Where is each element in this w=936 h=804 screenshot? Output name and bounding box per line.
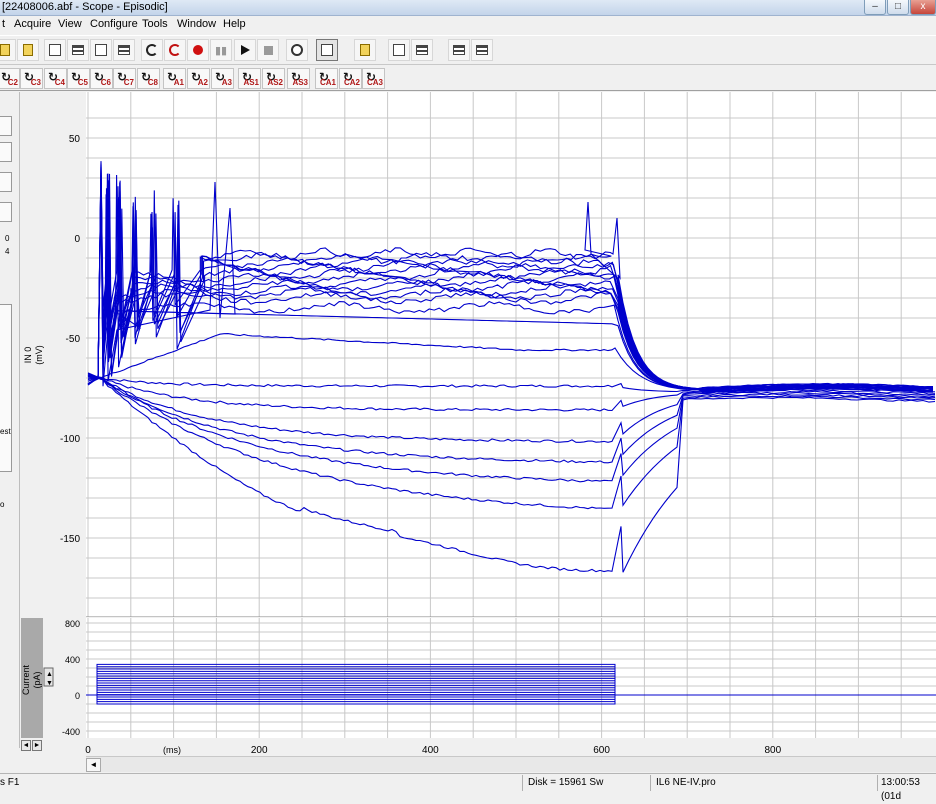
x-axis-label: (ms) <box>163 745 181 755</box>
status-divider <box>522 775 523 791</box>
horizontal-scrollbar[interactable]: ◄ <box>86 756 936 772</box>
scroll-right-button[interactable]: ► <box>32 740 42 751</box>
current-step-trace <box>97 685 615 695</box>
current-step-trace <box>97 671 615 695</box>
current-step-trace <box>97 695 615 699</box>
status-help: s F1 <box>0 776 19 790</box>
status-divider <box>877 775 878 791</box>
current-step-trace <box>97 688 615 695</box>
y-tick-label: -50 <box>66 334 81 345</box>
current-step-trace <box>97 681 615 695</box>
y-tick-label: -100 <box>60 434 80 445</box>
current-step-trace <box>97 690 615 695</box>
spin-up-icon: ▲ <box>46 671 53 678</box>
x-axis-area <box>44 738 936 756</box>
current-traces <box>86 664 936 704</box>
y-axis-label: IN 0 <box>23 347 33 364</box>
scroll-left-arrow[interactable]: ◄ <box>86 758 101 772</box>
y-axis-unit: (mV) <box>34 345 44 365</box>
status-disk: Disk = 15961 Sw <box>528 776 603 790</box>
y-tick-label: 0 <box>74 234 80 245</box>
current-step-trace <box>97 695 615 702</box>
y-tick-label: 800 <box>65 619 80 629</box>
status-time: 13:00:53 (01d <box>881 776 936 790</box>
status-divider <box>650 775 651 791</box>
y-tick-label: 0 <box>75 691 80 701</box>
zoom-spin-button <box>44 668 53 686</box>
current-step-trace <box>97 695 615 704</box>
current-step-trace <box>97 669 615 695</box>
current-step-trace <box>97 664 615 695</box>
voltage-plot[interactable]: 50 0 -50 -100 -150 IN 0(mV) <box>0 0 936 617</box>
status-bar: s F1 Disk = 15961 Sw IL6 NE-IV.pro 13:00… <box>0 773 936 791</box>
x-tick-label: 600 <box>593 745 610 756</box>
current-step-trace <box>97 683 615 695</box>
current-axis-strip <box>21 618 43 738</box>
current-step-trace <box>97 678 615 695</box>
status-protocol: IL6 NE-IV.pro <box>656 776 716 790</box>
current-plot-area <box>86 618 936 738</box>
y-tick-label: 50 <box>69 134 81 145</box>
y-tick-label: 400 <box>65 655 80 665</box>
spin-down-icon: ▼ <box>46 680 53 687</box>
y-tick-label: -150 <box>60 534 80 545</box>
y-tick-label: -400 <box>62 727 80 737</box>
x-tick-label: 800 <box>764 745 781 756</box>
x-tick-label: 200 <box>251 745 268 756</box>
x-tick-label: 400 <box>422 745 439 756</box>
plot-scroll-arrows: ◄ ► <box>21 740 43 751</box>
current-step-trace <box>97 676 615 695</box>
scroll-left-button[interactable]: ◄ <box>21 740 31 751</box>
x-tick-label: 0 <box>85 745 91 756</box>
current-step-trace <box>97 695 615 697</box>
current-step-trace <box>97 674 615 695</box>
current-step-trace <box>97 667 615 695</box>
current-step-trace <box>97 692 615 695</box>
